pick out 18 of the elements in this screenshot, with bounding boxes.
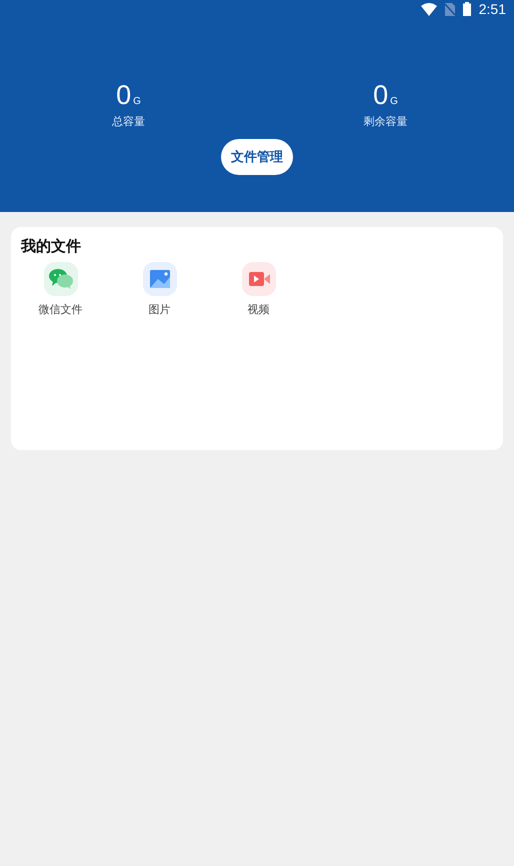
storage-label: 总容量 xyxy=(112,114,145,129)
file-manage-button[interactable]: 文件管理 xyxy=(221,139,293,175)
storage-value: 0 xyxy=(373,80,388,110)
storage-value: 0 xyxy=(116,80,132,110)
chat-icon[interactable] xyxy=(44,262,78,296)
category-label[interactable]: 微信文件 xyxy=(38,302,82,317)
category-label[interactable]: 视频 xyxy=(248,302,270,317)
category-label[interactable]: 图片 xyxy=(148,302,170,317)
wifi-icon xyxy=(420,2,437,16)
storage-label: 剩余容量 xyxy=(364,114,408,129)
video-icon[interactable] xyxy=(242,262,276,296)
clock-time: 2:51 xyxy=(478,1,506,17)
section-title: 我的文件 xyxy=(21,237,82,256)
image-icon[interactable] xyxy=(142,262,176,296)
battery-icon xyxy=(462,2,471,16)
no-sim-icon xyxy=(444,2,455,16)
storage-unit: G xyxy=(390,96,398,107)
storage-unit: G xyxy=(133,96,141,107)
